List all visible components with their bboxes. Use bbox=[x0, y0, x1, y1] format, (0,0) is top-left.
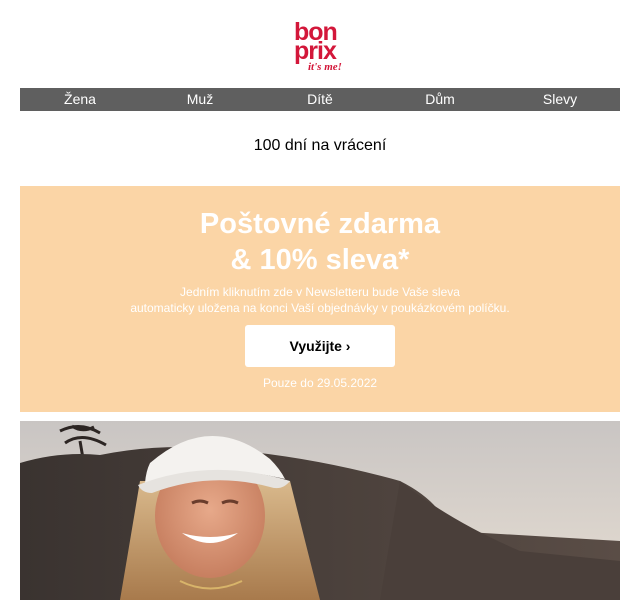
promo-validity: Pouze do 29.05.2022 bbox=[262, 376, 378, 390]
logo-tagline: it's me! bbox=[308, 61, 342, 73]
nav-item-dum[interactable]: Dům bbox=[380, 88, 500, 111]
bonprix-logo[interactable]: bon prix it's me! bbox=[288, 18, 358, 78]
header: bon prix it's me! bbox=[0, 0, 640, 88]
nav-item-zena[interactable]: Žena bbox=[20, 88, 140, 111]
nav-item-slevy[interactable]: Slevy bbox=[500, 88, 620, 111]
promo-title: Poštovné zdarma & 10% sleva* bbox=[20, 206, 620, 278]
nav-item-muz[interactable]: Muž bbox=[140, 88, 260, 111]
promo-description-line2: automaticky uložena na konci Vaší objedn… bbox=[130, 301, 510, 315]
promo-description-line1: Jedním kliknutím zde v Newsletteru bude … bbox=[180, 285, 460, 299]
promo-title-line1: Poštovné zdarma bbox=[199, 208, 441, 240]
promo-description: Jedním kliknutím zde v Newsletteru bude … bbox=[20, 284, 620, 316]
use-offer-button[interactable]: Využijte › bbox=[245, 325, 395, 367]
main-navigation: Žena Muž Dítě Dům Slevy bbox=[20, 88, 620, 111]
returns-info: 100 dní na vrácení bbox=[253, 137, 387, 154]
nav-item-dite[interactable]: Dítě bbox=[260, 88, 380, 111]
beach-photo-icon bbox=[20, 421, 620, 600]
hero-image[interactable] bbox=[20, 421, 620, 600]
promo-title-line2: & 10% sleva* bbox=[230, 244, 410, 276]
promo-banner: Poštovné zdarma & 10% sleva* Jedním klik… bbox=[20, 186, 620, 412]
